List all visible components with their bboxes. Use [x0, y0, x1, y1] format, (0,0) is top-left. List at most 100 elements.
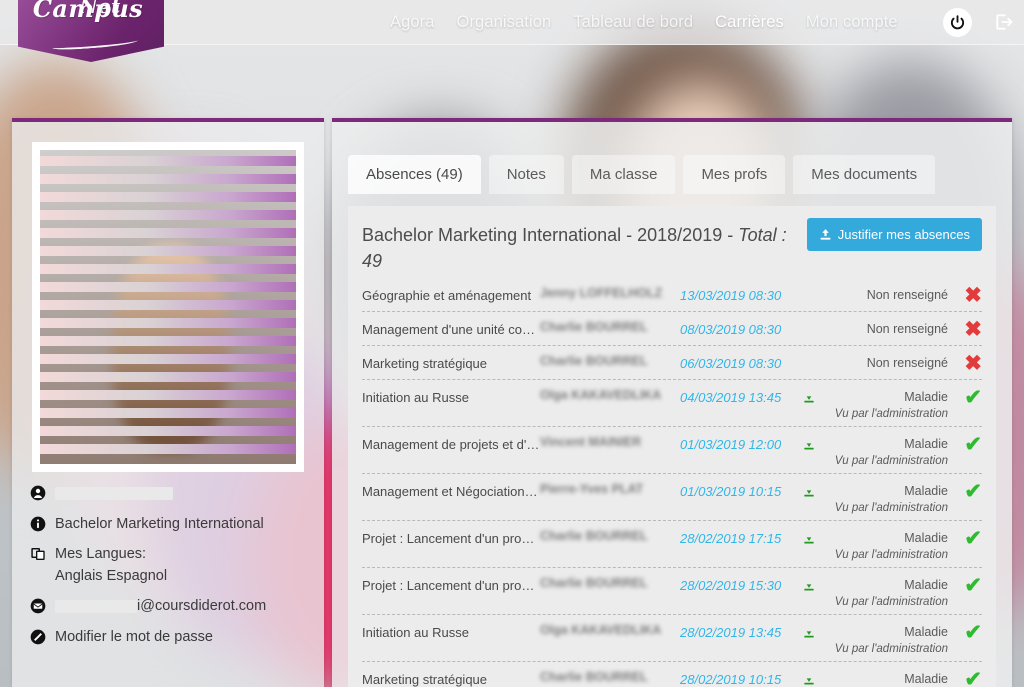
- redaction-stripes: [40, 150, 296, 464]
- table-row: Management de projets et d'éq...Vincent …: [362, 427, 982, 474]
- close-icon: ✖: [958, 319, 982, 340]
- cell-teacher: Olga KAKAVEDLIKA: [540, 623, 680, 642]
- table-row: Marketing stratégiqueCharlie BOURREL28/0…: [362, 662, 982, 687]
- close-icon: ✖: [958, 285, 982, 306]
- profile-program-label: Bachelor Marketing International: [55, 515, 264, 535]
- cell-teacher: Vincent MAINIER: [540, 435, 680, 454]
- user-icon: [30, 485, 46, 501]
- check-icon: ✔: [958, 622, 982, 643]
- download-icon[interactable]: [802, 484, 816, 498]
- cell-subject: Marketing stratégique: [362, 672, 540, 687]
- tab-mes-documents[interactable]: Mes documents: [793, 155, 935, 194]
- check-icon: ✔: [958, 528, 982, 549]
- avatar-photo-redacted: [40, 150, 296, 464]
- download-icon[interactable]: [802, 625, 816, 639]
- teacher-name-redacted: Olga KAKAVEDLIKA: [540, 623, 661, 637]
- main-content-panel: Absences (49) Notes Ma classe Mes profs …: [332, 118, 1012, 687]
- teacher-name-redacted: Pierre-Yves PLAT: [540, 482, 643, 496]
- table-row: Projet : Lancement d'un produitCharlie B…: [362, 521, 982, 568]
- status-badge: Maladie: [842, 484, 958, 498]
- teacher-name-redacted: Charlie BOURREL: [540, 529, 648, 543]
- languages-icon: [30, 546, 46, 562]
- profile-languages-label: Mes Langues:: [55, 546, 146, 562]
- status-badge: Non renseigné: [842, 288, 958, 302]
- cell-teacher: Charlie BOURREL: [540, 320, 680, 339]
- download-icon[interactable]: [802, 437, 816, 451]
- cell-download[interactable]: [802, 390, 842, 404]
- cell-date: 08/03/2019 08:30: [680, 322, 802, 337]
- absences-card: Bachelor Marketing International - 2018/…: [348, 206, 996, 687]
- table-row: Management et Négociation in...Pierre-Yv…: [362, 474, 982, 521]
- change-password-label[interactable]: Modifier le mot de passe: [55, 628, 213, 648]
- status-badge: Maladie: [842, 578, 958, 592]
- nav-item-agora[interactable]: Agora: [390, 13, 435, 32]
- power-icon[interactable]: [943, 8, 972, 37]
- cell-date: 28/02/2019 13:45: [680, 625, 802, 640]
- ban-icon: [30, 629, 46, 645]
- cell-date: 01/03/2019 12:00: [680, 437, 802, 452]
- row-note: Vu par l'administration: [362, 549, 982, 561]
- cell-subject: Initiation au Russe: [362, 390, 540, 405]
- download-icon[interactable]: [802, 672, 816, 686]
- profile-name-redacted: [55, 484, 173, 504]
- download-icon[interactable]: [802, 390, 816, 404]
- cell-subject: Projet : Lancement d'un produit: [362, 578, 540, 593]
- page-title-total-value: 49: [362, 251, 382, 271]
- tab-mes-profs[interactable]: Mes profs: [683, 155, 785, 194]
- cell-subject: Marketing stratégique: [362, 356, 540, 371]
- cell-download[interactable]: [802, 625, 842, 639]
- teacher-name-redacted: Charlie BOURREL: [540, 354, 648, 368]
- profile-info-list: Bachelor Marketing International Mes Lan…: [30, 484, 312, 658]
- cell-subject: Initiation au Russe: [362, 625, 540, 640]
- teacher-name-redacted: Charlie BOURREL: [540, 576, 648, 590]
- cell-teacher: Charlie BOURREL: [540, 529, 680, 548]
- cell-download[interactable]: [802, 578, 842, 592]
- cell-download[interactable]: [802, 531, 842, 545]
- nav-item-organisation[interactable]: Organisation: [457, 13, 552, 32]
- cell-date: 01/03/2019 10:15: [680, 484, 802, 499]
- profile-languages-row: Mes Langues: Anglais Espagnol: [30, 545, 312, 586]
- download-icon[interactable]: [802, 531, 816, 545]
- nav-item-mon-compte[interactable]: Mon compte: [806, 13, 898, 32]
- nav-item-tableau-de-bord[interactable]: Tableau de bord: [573, 13, 693, 32]
- justify-absences-button[interactable]: Justifier mes absences: [807, 218, 982, 251]
- content-tabs: Absences (49) Notes Ma classe Mes profs …: [348, 155, 935, 194]
- row-note: Vu par l'administration: [362, 455, 982, 467]
- row-note: Vu par l'administration: [362, 596, 982, 608]
- page-title-main: Bachelor Marketing International - 2018/…: [362, 225, 738, 245]
- profile-email-row: i@coursdiderot.com: [30, 597, 312, 617]
- status-badge: Maladie: [842, 437, 958, 451]
- profile-name-row: [30, 484, 312, 504]
- cell-download[interactable]: [802, 672, 842, 686]
- teacher-name-redacted: Charlie BOURREL: [540, 320, 648, 334]
- cell-teacher: Charlie BOURREL: [540, 670, 680, 687]
- row-note: Vu par l'administration: [362, 643, 982, 655]
- envelope-icon: [30, 598, 46, 614]
- check-icon: ✔: [958, 387, 982, 408]
- cell-subject: Management d'une unité com...: [362, 322, 540, 337]
- upload-icon: [819, 228, 832, 241]
- status-badge: Maladie: [842, 625, 958, 639]
- cell-download[interactable]: [802, 437, 842, 451]
- download-icon[interactable]: [802, 578, 816, 592]
- check-icon: ✔: [958, 669, 982, 687]
- tab-notes[interactable]: Notes: [489, 155, 564, 194]
- cell-date: 28/02/2019 17:15: [680, 531, 802, 546]
- sign-out-icon[interactable]: [992, 10, 1016, 34]
- cell-date: 04/03/2019 13:45: [680, 390, 802, 405]
- row-note: Vu par l'administration: [362, 408, 982, 420]
- change-password-row[interactable]: Modifier le mot de passe: [30, 628, 312, 648]
- cell-download[interactable]: [802, 484, 842, 498]
- check-icon: ✔: [958, 575, 982, 596]
- teacher-name-redacted: Olga KAKAVEDLIKA: [540, 388, 661, 402]
- tab-absences[interactable]: Absences (49): [348, 155, 481, 194]
- tab-ma-classe[interactable]: Ma classe: [572, 155, 676, 194]
- cell-teacher: Pierre-Yves PLAT: [540, 482, 680, 501]
- nav-item-carrieres[interactable]: Carrières: [715, 13, 784, 32]
- cell-teacher: Jenny LOFFELHOLZ: [540, 286, 680, 305]
- absences-table: Géographie et aménagementJenny LOFFELHOL…: [362, 278, 982, 687]
- table-row: Géographie et aménagementJenny LOFFELHOL…: [362, 278, 982, 312]
- table-row: Projet : Lancement d'un produitCharlie B…: [362, 568, 982, 615]
- table-row: Initiation au RusseOlga KAKAVEDLIKA 28/02…: [362, 615, 982, 662]
- status-badge: Maladie: [842, 390, 958, 404]
